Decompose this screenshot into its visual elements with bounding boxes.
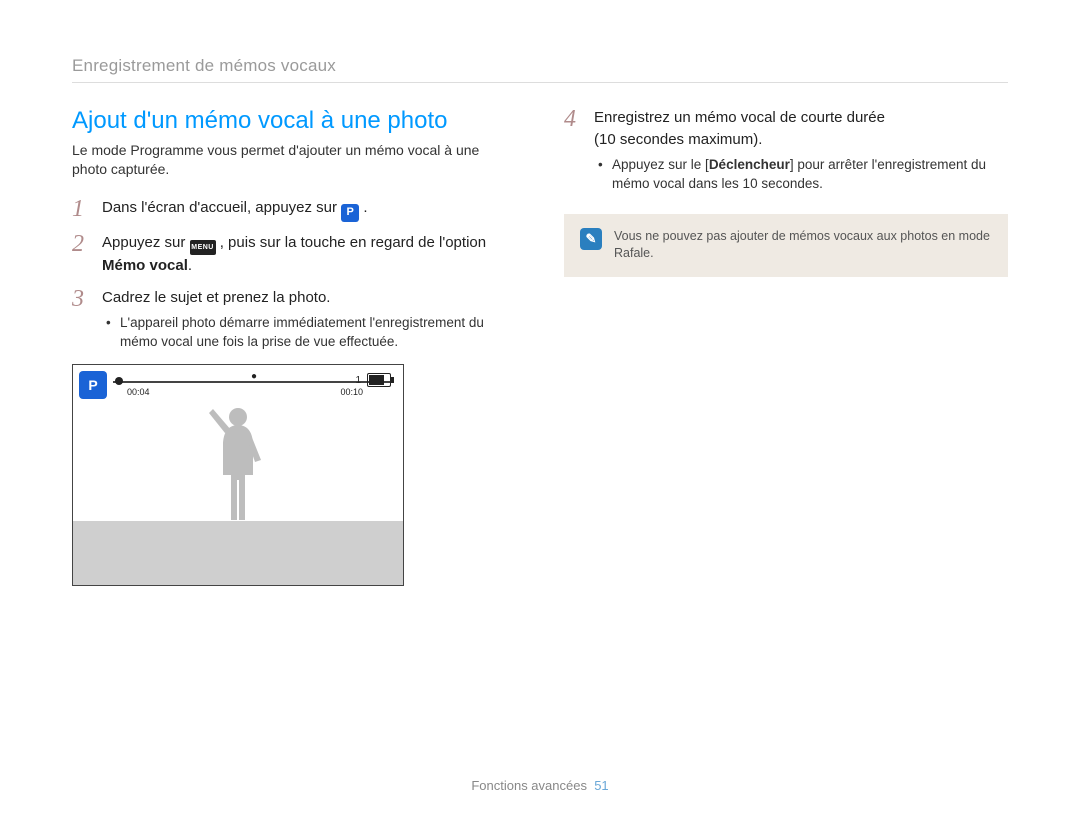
step-number: 1 (72, 197, 90, 222)
step-2-text-mid: , puis sur la touche en regard de l'opti… (220, 234, 486, 251)
section-title: Ajout d'un mémo vocal à une photo (72, 107, 516, 135)
step-3-text: Cadrez le sujet et prenez la photo. (102, 289, 330, 306)
elapsed-time: 00:04 (127, 387, 150, 397)
program-mode-icon: P (341, 204, 359, 222)
recording-dot-icon (115, 377, 123, 385)
step-4-sublist: Appuyez sur le [Déclencheur] pour arrête… (594, 155, 1008, 194)
step-2-bold: Mémo vocal (102, 257, 188, 274)
divider (72, 82, 1008, 83)
camera-topbar: P 00:04 ● 00:10 1 (73, 365, 403, 405)
step-2-body: Appuyez sur MENU , puis sur la touche en… (102, 232, 516, 277)
step-4-bullet: Appuyez sur le [Déclencheur] pour arrête… (612, 155, 1008, 194)
footer-section: Fonctions avancées (471, 778, 587, 793)
step-2-text-before: Appuyez sur (102, 234, 190, 251)
step-2-text-after: . (188, 257, 192, 274)
total-time: 00:10 (340, 387, 363, 397)
step-4-bullet-before: Appuyez sur le [ (612, 157, 709, 172)
note-text: Vous ne pouvez pas ajouter de mémos voca… (614, 228, 992, 263)
step-4-line2: (10 secondes maximum). (594, 131, 762, 148)
step-3-body: Cadrez le sujet et prenez la photo. L'ap… (102, 287, 516, 354)
info-note: ✎ Vous ne pouvez pas ajouter de mémos vo… (564, 214, 1008, 277)
step-1-body: Dans l'écran d'accueil, appuyez sur P . (102, 197, 368, 222)
step-3-bullet: L'appareil photo démarre immédiatement l… (120, 313, 516, 352)
step-4-body: Enregistrez un mémo vocal de courte duré… (594, 107, 1008, 196)
program-mode-icon: P (79, 371, 107, 399)
camera-preview: P 00:04 ● 00:10 1 (72, 364, 404, 586)
step-3-sublist: L'appareil photo démarre immédiatement l… (102, 313, 516, 352)
content-columns: Ajout d'un mémo vocal à une photo Le mod… (72, 107, 1008, 586)
step-number: 2 (72, 232, 90, 277)
microphone-icon: ● (251, 371, 257, 382)
step-4-bullet-bold: Déclencheur (709, 157, 790, 172)
step-1: 1 Dans l'écran d'accueil, appuyez sur P … (72, 197, 516, 222)
step-1-text-after: . (363, 199, 367, 216)
note-icon: ✎ (580, 228, 602, 250)
page: Enregistrement de mémos vocaux Ajout d'u… (0, 0, 1080, 815)
step-4: 4 Enregistrez un mémo vocal de courte du… (564, 107, 1008, 196)
person-silhouette-icon (203, 405, 273, 525)
step-2: 2 Appuyez sur MENU , puis sur la touche … (72, 232, 516, 277)
step-number: 4 (564, 107, 582, 196)
intro-text: Le mode Programme vous permet d'ajouter … (72, 141, 516, 179)
battery-icon (367, 373, 391, 387)
breadcrumb: Enregistrement de mémos vocaux (72, 56, 1008, 76)
menu-icon: MENU (190, 240, 216, 255)
preview-ground (73, 521, 403, 585)
step-number: 3 (72, 287, 90, 354)
step-1-text-before: Dans l'écran d'accueil, appuyez sur (102, 199, 341, 216)
shots-count: 1 (355, 375, 361, 386)
step-3: 3 Cadrez le sujet et prenez la photo. L'… (72, 287, 516, 354)
step-4-line1: Enregistrez un mémo vocal de courte duré… (594, 109, 885, 126)
page-number: 51 (594, 778, 608, 793)
right-column: 4 Enregistrez un mémo vocal de courte du… (564, 107, 1008, 586)
left-column: Ajout d'un mémo vocal à une photo Le mod… (72, 107, 516, 586)
page-footer: Fonctions avancées 51 (0, 778, 1080, 793)
